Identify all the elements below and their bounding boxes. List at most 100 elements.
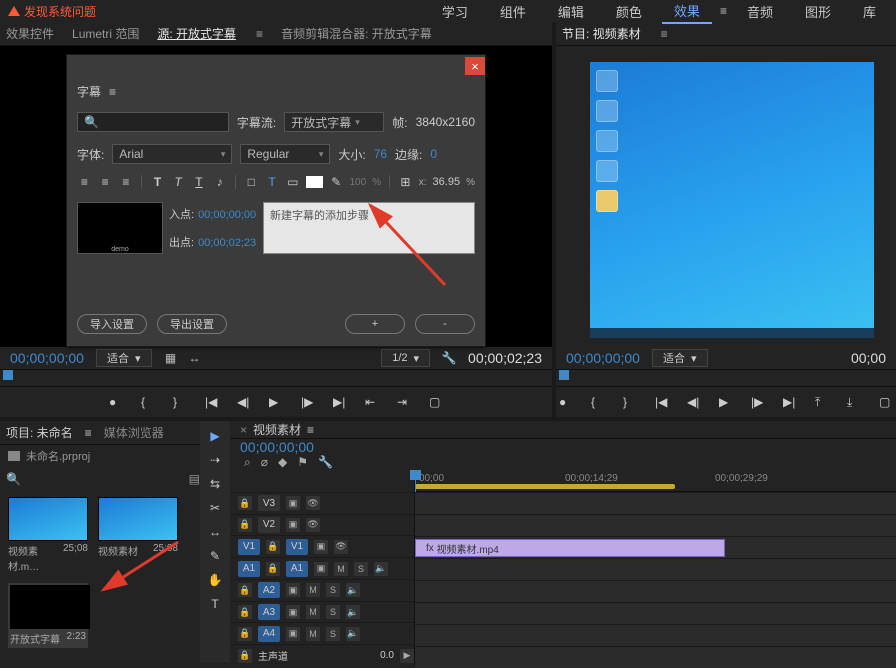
- stream-dropdown[interactable]: 开放式字幕▾: [284, 112, 384, 132]
- mark-out-icon[interactable]: }: [173, 395, 187, 409]
- program-title[interactable]: 节目: 视频素材: [562, 25, 641, 42]
- in-timecode[interactable]: 00;00;00;00: [198, 209, 256, 221]
- caption-thumb[interactable]: demo: [77, 202, 163, 254]
- prog-fit-dropdown[interactable]: 适合▾: [652, 349, 708, 367]
- export-frame-icon[interactable]: ▢: [879, 395, 893, 409]
- sequence-name[interactable]: 视频素材: [253, 421, 301, 438]
- bin-item[interactable]: 开放式字幕2:23: [8, 583, 88, 648]
- hand-tool-icon[interactable]: ✋: [208, 573, 223, 587]
- ripple-tool-icon[interactable]: ⇆: [210, 477, 220, 491]
- selection-tool-icon[interactable]: ▶: [210, 429, 219, 443]
- remove-caption-button[interactable]: -: [415, 314, 475, 334]
- align-right-icon[interactable]: ≡: [118, 174, 133, 190]
- src-tc-left[interactable]: 00;00;00;00: [10, 350, 84, 366]
- hamburger-icon[interactable]: ≡: [256, 27, 263, 41]
- go-in-icon[interactable]: |◀: [655, 395, 669, 409]
- safe-margins-icon[interactable]: ▦: [164, 351, 178, 365]
- search-input[interactable]: 🔍: [77, 112, 229, 132]
- go-in-icon[interactable]: |◀: [205, 395, 219, 409]
- timeline-tc[interactable]: 00;00;00;00: [240, 439, 314, 455]
- ws-tab-color[interactable]: 颜色: [604, 0, 654, 23]
- mark-in-icon[interactable]: {: [591, 395, 605, 409]
- opacity-value[interactable]: 100: [350, 177, 367, 188]
- tab-lumetri-scopes[interactable]: Lumetri 范围: [72, 25, 139, 42]
- tab-effect-controls[interactable]: 效果控件: [6, 25, 54, 42]
- align-center-icon[interactable]: ≡: [98, 174, 113, 190]
- go-out-icon[interactable]: ▶|: [783, 395, 797, 409]
- ws-tab-lib[interactable]: 库: [851, 0, 888, 23]
- track-header-v1[interactable]: V1🔒V1▣👁: [230, 535, 414, 557]
- track-select-tool-icon[interactable]: ⇢: [210, 453, 220, 467]
- export-settings-button[interactable]: 导出设置: [157, 314, 227, 334]
- close-icon[interactable]: ×: [465, 57, 485, 75]
- hamburger-icon[interactable]: ≡: [85, 426, 92, 440]
- tab-source-caption[interactable]: 源: 开放式字幕: [157, 25, 236, 42]
- italic-icon[interactable]: T: [171, 174, 186, 190]
- hamburger-icon[interactable]: ≡: [720, 4, 727, 18]
- step-fwd-icon[interactable]: |▶: [301, 395, 315, 409]
- filter-icon[interactable]: ▤: [189, 472, 200, 486]
- marker-nav-icon[interactable]: ↔: [188, 351, 202, 365]
- src-fit-dropdown[interactable]: 适合▾: [96, 349, 152, 367]
- play-icon[interactable]: ▶: [719, 395, 733, 409]
- ws-tab-learn[interactable]: 学习: [430, 0, 480, 23]
- music-icon[interactable]: ♪: [212, 174, 227, 190]
- extract-icon[interactable]: ⤓: [847, 395, 861, 410]
- pen-tool-icon[interactable]: ✎: [210, 549, 220, 563]
- insert-icon[interactable]: ⇤: [365, 395, 379, 409]
- bin-item[interactable]: 视频素材.m…25;08: [8, 497, 88, 573]
- caption-text-input[interactable]: 新建字幕的添加步骤: [263, 202, 475, 254]
- position-grid-icon[interactable]: ⊞: [398, 174, 413, 190]
- timeline-body[interactable]: 00;00 00;00;14;29 00;00;29;29 fx 视频素材.mp…: [415, 470, 896, 666]
- search-icon[interactable]: 🔍: [6, 472, 21, 486]
- step-fwd-icon[interactable]: |▶: [751, 395, 765, 409]
- underline-icon[interactable]: T: [192, 174, 207, 190]
- playhead-icon[interactable]: [559, 370, 569, 380]
- play-icon[interactable]: ▶: [269, 395, 283, 409]
- add-marker-icon[interactable]: ●: [559, 395, 573, 409]
- markers-icon[interactable]: ◆: [278, 455, 287, 470]
- bold-icon[interactable]: T: [150, 174, 165, 190]
- track-header-a4[interactable]: 🔒A4▣MS🔈: [230, 622, 414, 644]
- snap-icon[interactable]: ⌕: [244, 455, 251, 470]
- tab-project[interactable]: 项目: 未命名: [6, 424, 73, 441]
- work-area-bar[interactable]: [415, 484, 675, 489]
- time-ruler[interactable]: 00;00 00;00;14;29 00;00;29;29: [415, 470, 896, 492]
- bin-item[interactable]: 视频素材25;08: [98, 497, 178, 573]
- mark-out-icon[interactable]: }: [623, 395, 637, 409]
- bg-fill-icon[interactable]: T: [265, 174, 280, 190]
- system-warning[interactable]: 发现系统问题: [8, 3, 96, 20]
- wrench-icon[interactable]: 🔧: [318, 455, 333, 470]
- ws-tab-edit[interactable]: 编辑: [546, 0, 596, 23]
- mark-in-icon[interactable]: {: [141, 395, 155, 409]
- type-tool-icon[interactable]: T: [211, 597, 218, 611]
- import-settings-button[interactable]: 导入设置: [77, 314, 147, 334]
- video-clip[interactable]: fx 视频素材.mp4: [415, 539, 725, 557]
- prog-tc-right[interactable]: 00;00: [851, 350, 886, 366]
- track-header-a3[interactable]: 🔒A3▣MS🔈: [230, 601, 414, 623]
- playhead-icon[interactable]: [3, 370, 13, 380]
- track-header-v3[interactable]: 🔒V3▣👁: [230, 492, 414, 514]
- ws-tab-graphics[interactable]: 图形: [793, 0, 843, 23]
- overwrite-icon[interactable]: ⇥: [397, 395, 411, 409]
- hamburger-icon[interactable]: ≡: [661, 27, 668, 41]
- linked-sel-icon[interactable]: ⌀: [261, 455, 268, 470]
- slip-tool-icon[interactable]: ↔: [209, 525, 221, 539]
- prog-tc-left[interactable]: 00;00;00;00: [566, 350, 640, 366]
- source-scrubber[interactable]: [0, 369, 552, 387]
- track-header-master[interactable]: 🔒主声道0.0▶: [230, 644, 414, 666]
- razor-tool-icon[interactable]: ✂: [210, 501, 220, 515]
- track-header-a1[interactable]: A1🔒A1▣MS🔈: [230, 557, 414, 579]
- export-frame-icon[interactable]: ▢: [429, 395, 443, 409]
- font-dropdown[interactable]: Arial▾: [112, 144, 232, 164]
- color-swatch[interactable]: [306, 176, 323, 188]
- outline-icon[interactable]: ▭: [285, 174, 300, 190]
- src-scale-dropdown[interactable]: 1/2▾: [381, 349, 430, 367]
- track-header-v2[interactable]: 🔒V2▣👁: [230, 514, 414, 536]
- x-value[interactable]: 36.95: [433, 176, 461, 188]
- ws-tab-comp[interactable]: 组件: [488, 0, 538, 23]
- track-header-a2[interactable]: 🔒A2▣MS🔈: [230, 579, 414, 601]
- program-monitor[interactable]: [556, 46, 896, 347]
- step-back-icon[interactable]: ◀|: [687, 395, 701, 409]
- align-left-icon[interactable]: ≡: [77, 174, 92, 190]
